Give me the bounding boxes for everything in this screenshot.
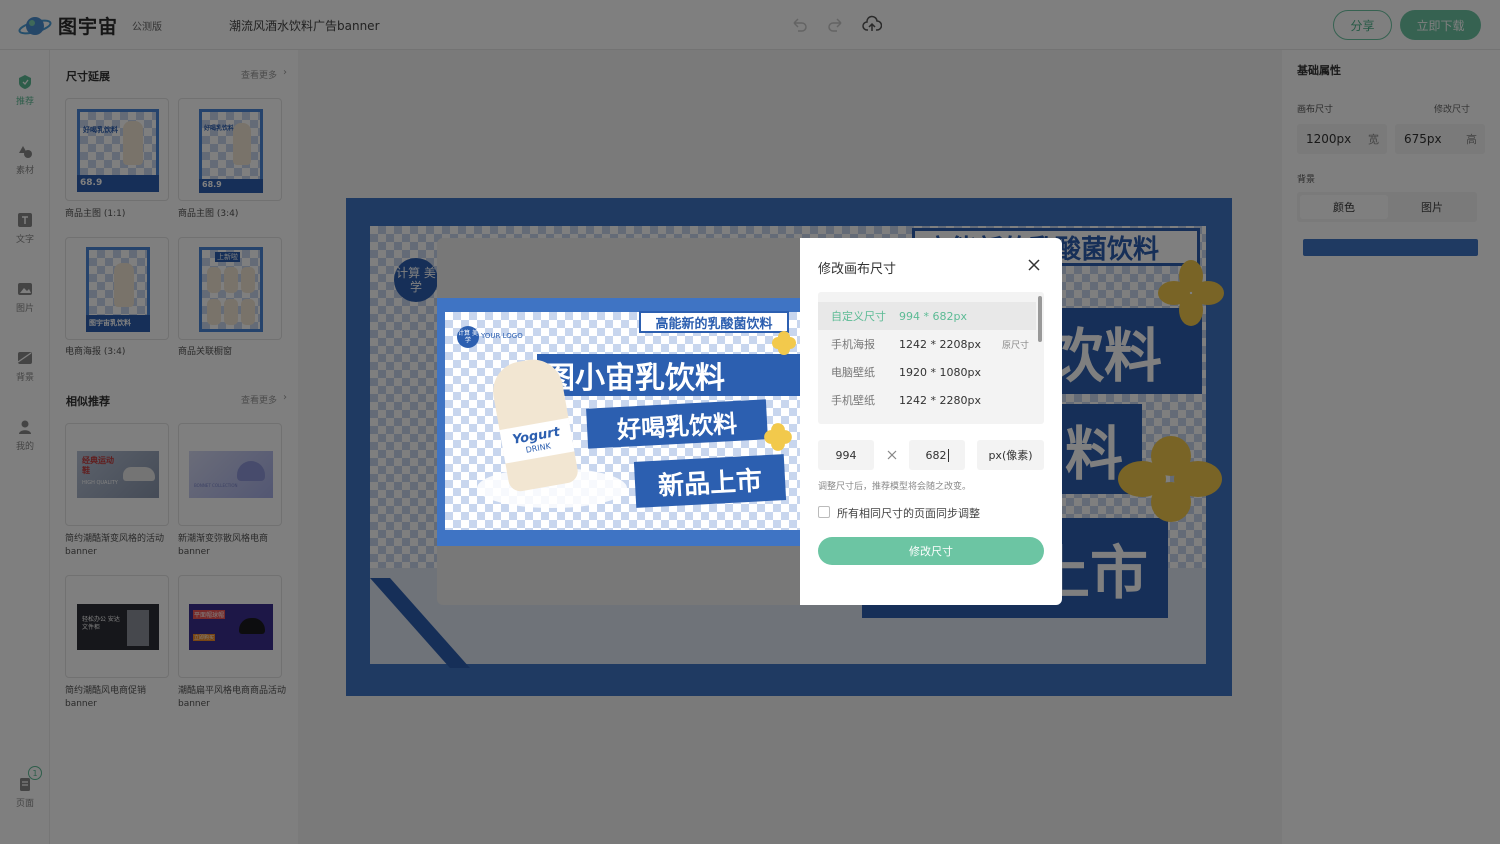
size-option-phone-wallpaper[interactable]: 手机壁纸 1242 * 2280px [818, 386, 1036, 414]
dialog-title: 修改画布尺寸 [818, 262, 897, 277]
sync-checkbox[interactable] [818, 506, 830, 518]
resize-preview: 计算 美学 YOUR LOGO 高能新的乳酸菌饮料 图小宙乳饮料 好喝乳饮料 新… [437, 298, 800, 546]
size-option-dims: 994 * 682px [899, 309, 967, 323]
width-input[interactable]: 994 [818, 440, 874, 470]
bottle-label: Yogurt DRINK [499, 417, 575, 464]
size-option-dims: 1242 * 2280px [899, 393, 981, 407]
text-caret [947, 448, 949, 462]
size-option-name: 手机海报 [831, 338, 875, 351]
close-icon[interactable] [1027, 258, 1041, 272]
height-input-value: 682 [925, 448, 947, 462]
sync-checkbox-label[interactable]: 所有相同尺寸的页面同步调整 [837, 505, 980, 521]
height-input[interactable]: 682 [909, 440, 965, 470]
preview-main-title: 图小宙乳饮料 [537, 354, 800, 396]
apply-resize-button[interactable]: 修改尺寸 [818, 537, 1044, 565]
size-preset-list: 自定义尺寸 994 * 682px 手机海报 1242 * 2208px 原尺寸… [818, 292, 1044, 424]
yellow-flower-icon [772, 331, 796, 355]
unit-select[interactable]: px(像素) [977, 440, 1044, 470]
list-scrollbar[interactable] [1038, 296, 1042, 342]
size-option-name: 电脑壁纸 [831, 366, 875, 379]
resize-dialog: 修改画布尺寸 自定义尺寸 994 * 682px 手机海报 1242 * 220… [800, 238, 1062, 605]
size-option-name: 自定义尺寸 [831, 310, 886, 323]
original-size-tag: 原尺寸 [1002, 340, 1030, 351]
size-option-phone-poster[interactable]: 手机海报 1242 * 2208px 原尺寸 [818, 330, 1036, 358]
yellow-flower-icon [764, 423, 792, 451]
size-option-desktop-wallpaper[interactable]: 电脑壁纸 1920 * 1080px [818, 358, 1036, 386]
size-option-name: 手机壁纸 [831, 394, 875, 407]
resize-hint: 调整尺寸后，推荐模型将会随之改变。 [818, 482, 972, 492]
preview-logo-badge: 计算 美学 [457, 326, 479, 348]
preview-subtitle-2: 新品上市 [633, 454, 787, 508]
size-option-dims: 1242 * 2208px [899, 337, 981, 351]
preview-top-banner: 高能新的乳酸菌饮料 [639, 311, 789, 333]
size-option-dims: 1920 * 1080px [899, 365, 981, 379]
preview-logo-text: YOUR LOGO [481, 332, 523, 340]
multiply-icon [887, 450, 897, 460]
size-option-custom[interactable]: 自定义尺寸 994 * 682px [818, 302, 1036, 330]
